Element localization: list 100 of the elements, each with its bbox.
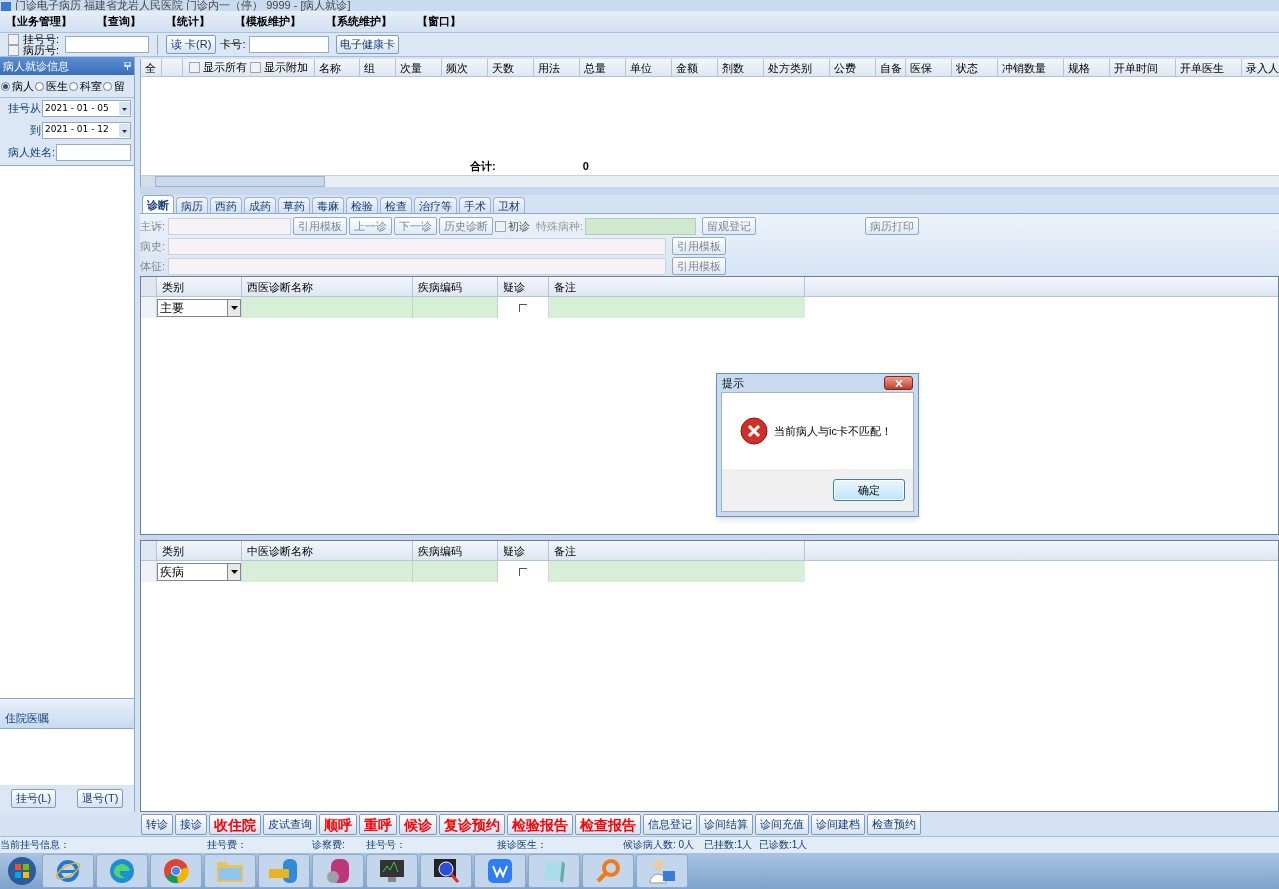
date-picker[interactable]: 2021 - 01 - 12 xyxy=(42,121,131,139)
action-button[interactable]: 接诊 xyxy=(175,813,207,835)
menu-item[interactable]: 【系统维护】 xyxy=(326,13,392,30)
print-button[interactable]: 病历打印 xyxy=(865,217,920,235)
template-button[interactable]: 引用模板 xyxy=(672,257,726,275)
close-icon xyxy=(894,379,903,387)
tab[interactable]: 毒麻 xyxy=(312,197,344,213)
action-button[interactable]: 检查预约 xyxy=(867,813,921,835)
signs-input[interactable] xyxy=(168,257,666,275)
field-label: 特殊病种: xyxy=(536,218,584,234)
tab[interactable]: 西药 xyxy=(210,197,242,213)
ok-button[interactable]: 确定 xyxy=(833,479,905,501)
browser-icon[interactable] xyxy=(162,857,190,885)
action-button[interactable]: 信息登记 xyxy=(643,813,697,835)
start-icon[interactable] xyxy=(7,856,37,886)
tab[interactable]: 病历 xyxy=(176,197,208,213)
register-button[interactable]: 退号(T) xyxy=(77,789,124,808)
action-button[interactable]: 顺呼 xyxy=(319,813,357,835)
column-header: 用法 xyxy=(534,59,580,76)
radio-button[interactable] xyxy=(103,81,112,91)
previous-visit-button[interactable]: 上一诊 xyxy=(349,217,392,235)
checkbox[interactable] xyxy=(250,62,261,73)
field-label: 到 xyxy=(29,122,42,138)
special-disease-input[interactable] xyxy=(585,217,697,235)
column-header: 状态 xyxy=(952,59,998,76)
name-input[interactable] xyxy=(56,143,131,161)
column-header: 备注 xyxy=(549,277,805,296)
history-button[interactable]: 历史诊断 xyxy=(439,217,493,235)
radio-button[interactable] xyxy=(35,81,44,91)
column-header: 金额 xyxy=(672,59,718,76)
horizontal-scrollbar[interactable] xyxy=(141,175,1279,187)
register-button[interactable]: 挂号(L) xyxy=(10,789,57,808)
column-header: 单位 xyxy=(626,59,672,76)
checkbox-label: 挂号号: xyxy=(23,33,60,45)
menu-item[interactable]: 【模板维护】 xyxy=(235,13,301,30)
app-icon xyxy=(1,2,11,11)
radio-label: 留 xyxy=(114,78,125,94)
column-header: 全 xyxy=(141,59,162,76)
pin-icon[interactable] xyxy=(124,62,131,70)
history-input[interactable] xyxy=(168,237,666,255)
menu-item[interactable]: 【窗口】 xyxy=(417,13,461,30)
row-header[interactable] xyxy=(141,561,157,582)
column-header: 冲销数量 xyxy=(998,59,1064,76)
action-button[interactable]: 皮试查询 xyxy=(263,813,317,835)
read-card-button[interactable]: 读 卡(R) xyxy=(166,35,217,54)
tab[interactable]: 检验 xyxy=(346,197,378,213)
column-header: 医保 xyxy=(906,59,952,76)
tab[interactable]: 手术 xyxy=(459,197,491,213)
tab[interactable]: 诊断 xyxy=(142,195,174,213)
column-header: 自备 xyxy=(876,59,906,76)
action-button[interactable]: 重呼 xyxy=(359,813,397,835)
health-card-button[interactable]: 电子健康卡 xyxy=(336,35,400,54)
column-header: 天数 xyxy=(488,59,534,76)
table-corner[interactable] xyxy=(141,541,157,560)
status-text: 已诊数:1人 xyxy=(759,838,809,852)
dialog-title: 提示 xyxy=(722,375,744,391)
next-visit-button[interactable]: 下一诊 xyxy=(394,217,437,235)
number-input[interactable] xyxy=(65,36,150,53)
menu-item[interactable]: 【业务管理】 xyxy=(6,13,72,30)
menu-item[interactable]: 【查询】 xyxy=(97,13,141,30)
search-icon[interactable] xyxy=(431,856,461,886)
status-text: 当前挂号信息： xyxy=(0,838,71,852)
card-number-input[interactable] xyxy=(249,36,330,53)
checkbox-label: 病历号: xyxy=(23,44,60,56)
checkbox[interactable] xyxy=(8,33,19,45)
browser-icon[interactable] xyxy=(54,857,82,885)
radio-button[interactable] xyxy=(69,81,78,91)
tab[interactable]: 检查 xyxy=(380,197,412,213)
dialog-message: 当前病人与ic卡不匹配！ xyxy=(774,423,892,439)
table-corner[interactable] xyxy=(141,277,157,296)
total-value: 0 xyxy=(582,158,589,174)
action-button[interactable]: 转诊 xyxy=(141,813,173,835)
row-header[interactable] xyxy=(141,297,157,318)
checkbox[interactable] xyxy=(189,62,200,73)
template-button[interactable]: 引用模板 xyxy=(293,217,347,235)
menu-item[interactable]: 【统计】 xyxy=(166,13,210,30)
category-dropdown[interactable]: 疾病 xyxy=(157,562,241,581)
action-button[interactable]: 诊间建档 xyxy=(811,813,865,835)
tab[interactable]: 卫材 xyxy=(493,197,525,213)
tab[interactable]: 治疗等 xyxy=(414,197,457,213)
tab[interactable]: 草药 xyxy=(278,197,310,213)
first-visit-checkbox[interactable] xyxy=(495,220,506,232)
date-picker[interactable]: 2021 - 01 - 05 xyxy=(42,100,131,117)
template-button[interactable]: 引用模板 xyxy=(672,237,726,255)
radio-button[interactable] xyxy=(1,81,10,91)
browser-icon[interactable] xyxy=(108,857,136,885)
observation-button[interactable]: 留观登记 xyxy=(702,217,757,235)
checkbox[interactable] xyxy=(8,44,19,56)
action-button[interactable]: 诊间结算 xyxy=(699,813,753,835)
column-header: 疑诊 xyxy=(498,277,549,296)
error-icon xyxy=(740,417,768,445)
column-header: 公费 xyxy=(830,59,876,76)
action-button[interactable]: 诊间充值 xyxy=(755,813,809,835)
category-dropdown[interactable]: 主要 xyxy=(157,298,241,317)
complaint-input[interactable] xyxy=(168,217,291,235)
tab[interactable]: 成药 xyxy=(244,197,276,213)
document-icon[interactable] xyxy=(486,857,514,885)
status-text: 候诊病人数: 0人 xyxy=(623,838,696,852)
close-button[interactable] xyxy=(884,376,913,390)
column-header: 规格 xyxy=(1064,59,1110,76)
